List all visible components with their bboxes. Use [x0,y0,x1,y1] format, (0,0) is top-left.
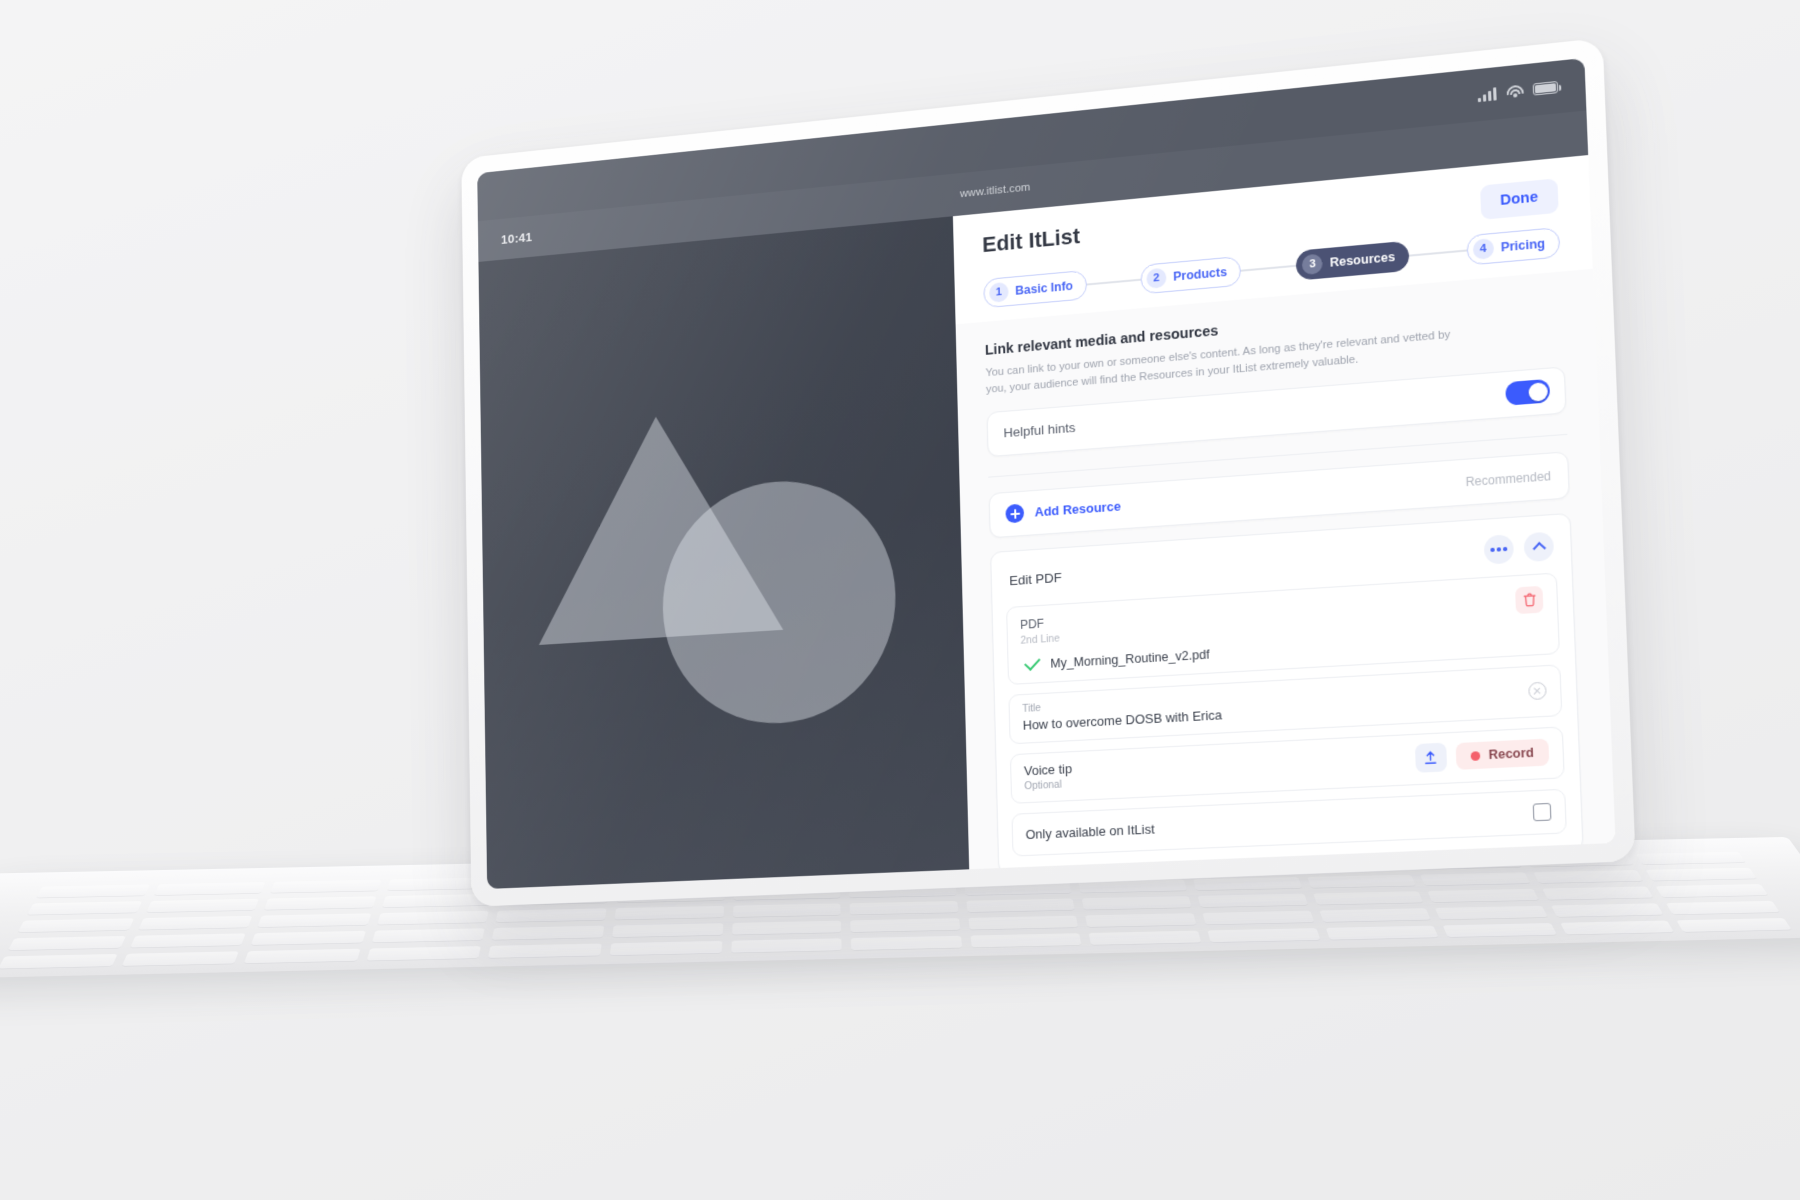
laptop-screen-shell: 10:41 www.itlist.com Edit ItList Done 1 … [461,37,1636,907]
more-options-button[interactable] [1483,534,1515,565]
form-body: Link relevant media and resources You ca… [956,269,1616,870]
voice-tip-label: Voice tip [1023,760,1073,779]
page-title: Edit ItList [981,223,1081,257]
add-resource-label: Add Resource [1034,498,1121,520]
screen: 10:41 www.itlist.com Edit ItList Done 1 … [477,57,1616,889]
exclusive-label: Only available on ItList [1025,821,1155,842]
chevron-up-icon [1532,541,1546,555]
exclusive-checkbox[interactable] [1532,802,1552,822]
helpful-hints-label: Helpful hints [1003,420,1076,441]
step-products[interactable]: 2 Products [1140,255,1242,295]
voice-tip-sub-label: Optional [1024,779,1062,793]
delete-file-button[interactable] [1515,585,1544,615]
upload-audio-button[interactable] [1414,742,1448,774]
trash-icon [1522,592,1536,607]
step-label: Basic Info [1015,278,1074,298]
recommended-badge: Recommended [1465,468,1552,490]
collapse-card-button[interactable] [1523,531,1555,563]
ellipsis-icon [1490,547,1507,552]
edit-form-pane: Edit ItList Done 1 Basic Info 2 Products… [952,155,1616,870]
step-pricing[interactable]: 4 Pricing [1465,226,1561,266]
record-button[interactable]: Record [1455,738,1550,771]
step-label: Pricing [1500,236,1546,255]
helpful-hints-toggle[interactable] [1505,379,1551,407]
step-number: 2 [1146,267,1167,289]
step-connector [1409,249,1467,257]
step-label: Products [1173,265,1228,284]
record-dot-icon [1470,751,1481,761]
pdf-file-name: My_Morning_Routine_v2.pdf [1050,647,1210,671]
step-number: 1 [989,281,1009,303]
step-resources[interactable]: 3 Resources [1295,240,1410,281]
pdf-sub-label: 2nd Line [1020,632,1060,647]
media-preview-pane[interactable] [478,216,970,889]
resource-card: Edit PDF PDF 2nd Line My_Morning_Routine… [990,512,1584,870]
upload-icon [1424,751,1438,766]
plus-circle-icon [1005,503,1025,524]
step-label: Resources [1329,249,1396,270]
wifi-icon [1505,83,1524,99]
battery-icon [1532,80,1559,96]
app-viewport: Edit ItList Done 1 Basic Info 2 Products… [478,155,1616,889]
pdf-type-label: PDF [1019,616,1045,632]
clear-input-icon[interactable] [1528,681,1547,701]
check-icon [1024,654,1041,672]
done-button[interactable]: Done [1479,178,1559,220]
step-number: 3 [1302,253,1324,276]
step-basic-info[interactable]: 1 Basic Info [983,269,1088,309]
resource-card-title: Edit PDF [1009,570,1062,589]
record-button-label: Record [1488,745,1535,763]
clock-time: 10:41 [500,229,533,247]
signal-bars-icon [1477,86,1497,102]
step-number: 4 [1472,238,1494,261]
screenshot-stage: 10:41 www.itlist.com Edit ItList Done 1 … [0,0,1800,1200]
step-connector [1086,279,1141,286]
step-connector [1240,265,1297,272]
